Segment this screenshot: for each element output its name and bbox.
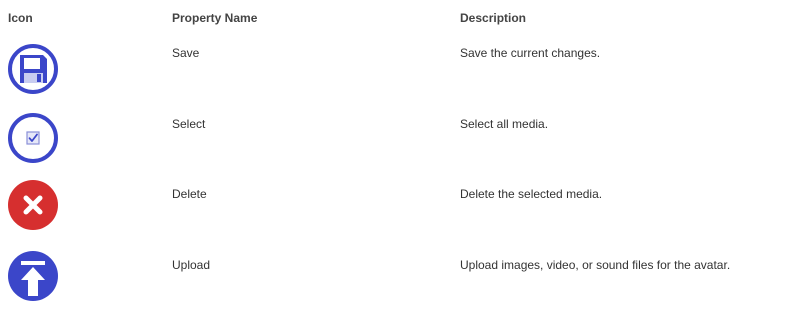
table-row-select: Select Select all media. [0, 110, 786, 180]
row-name: Delete [172, 187, 207, 201]
delete-icon [7, 179, 59, 231]
table-row-delete: Delete Delete the selected media. [0, 179, 786, 249]
properties-table: Icon Property Name Description Save Save… [0, 0, 786, 310]
row-name: Upload [172, 258, 211, 272]
row-description: Save the current changes. [460, 46, 601, 60]
upload-icon [7, 250, 59, 302]
column-header-description: Description [460, 11, 527, 25]
select-all-icon [7, 112, 59, 164]
row-name: Select [172, 117, 206, 131]
row-description: Delete the selected media. [460, 187, 603, 201]
row-description: Select all media. [460, 117, 549, 131]
save-icon [7, 43, 59, 95]
row-description: Upload images, video, or sound files for… [460, 258, 731, 272]
table-row-save: Save Save the current changes. [0, 40, 786, 110]
column-header-icon: Icon [8, 11, 33, 25]
column-header-property-name: Property Name [172, 11, 258, 25]
row-name: Save [172, 46, 200, 60]
